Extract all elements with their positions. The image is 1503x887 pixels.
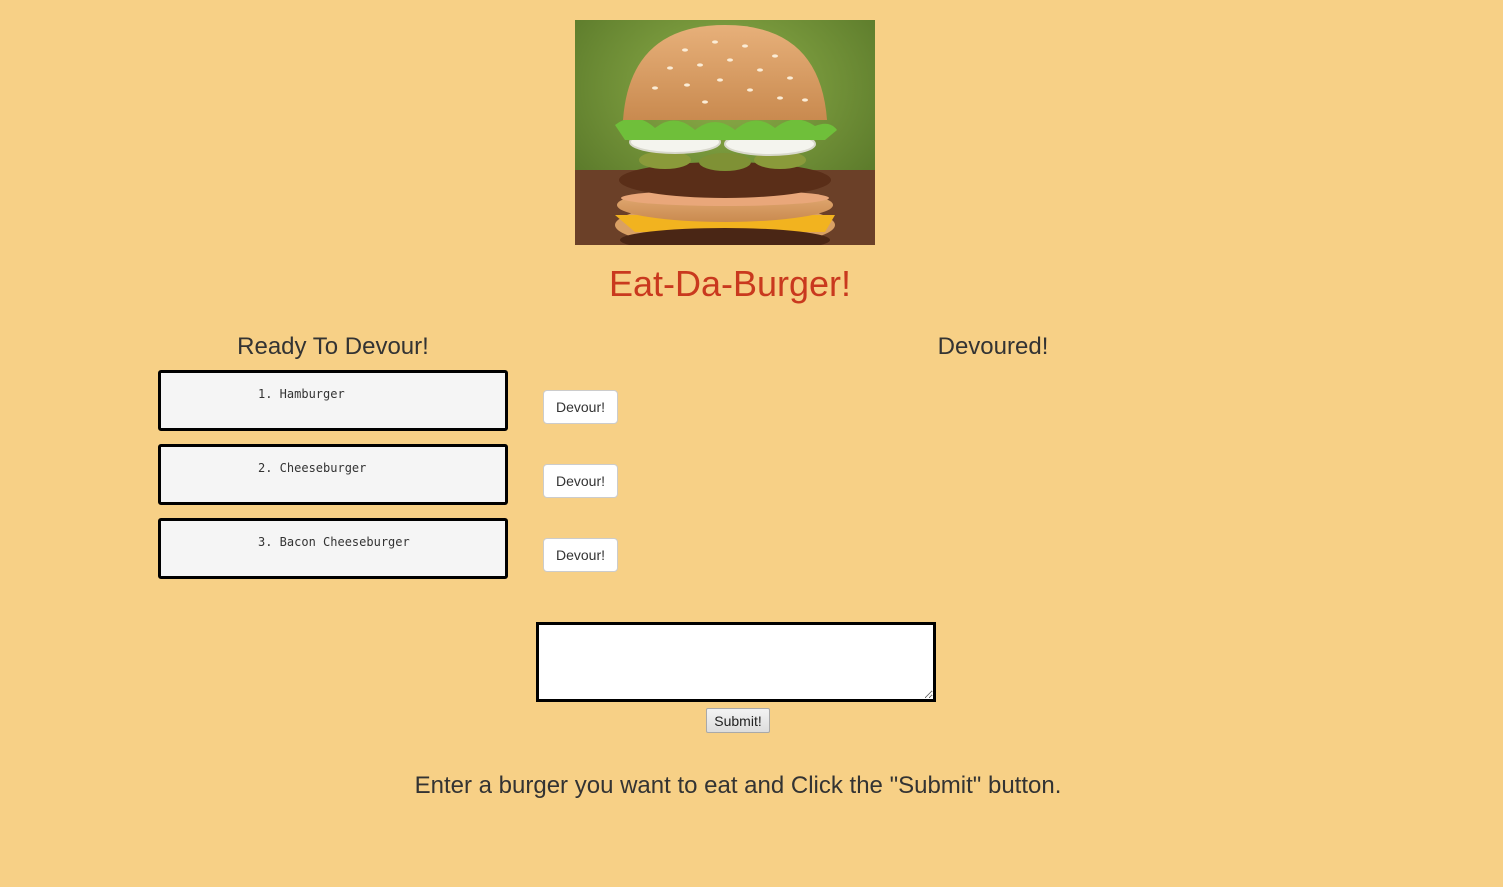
burger-item: 2. Cheeseburger Devour! (158, 444, 638, 505)
submit-button[interactable]: Submit! (706, 708, 770, 733)
devoured-heading: Devoured! (937, 333, 1049, 360)
burger-label: 2. Cheeseburger (258, 461, 367, 475)
devour-button[interactable]: Devour! (543, 538, 618, 572)
burger-item: 3. Bacon Cheeseburger Devour! (158, 518, 638, 579)
burger-item: 1. Hamburger Devour! (158, 370, 638, 431)
burger-label: 3. Bacon Cheeseburger (258, 535, 410, 549)
devour-button[interactable]: Devour! (543, 390, 618, 424)
ready-heading: Ready To Devour! (237, 333, 429, 360)
page-title: Eat-Da-Burger! (608, 263, 852, 304)
devour-button[interactable]: Devour! (543, 464, 618, 498)
burger-label-box: 2. Cheeseburger (158, 444, 508, 505)
burger-label: 1. Hamburger (258, 387, 345, 401)
burger-image (575, 20, 875, 245)
instructions-text: Enter a burger you want to eat and Click… (414, 772, 1062, 799)
burger-label-box: 1. Hamburger (158, 370, 508, 431)
burger-name-input[interactable] (536, 622, 936, 702)
burger-label-box: 3. Bacon Cheeseburger (158, 518, 508, 579)
